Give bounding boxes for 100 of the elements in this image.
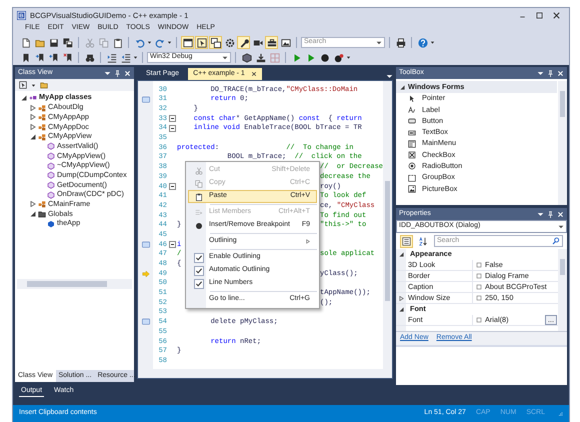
checkbox[interactable] [194,278,204,288]
cut-icon [84,38,94,48]
code-editor[interactable] [137,80,393,379]
dropdown-arrow-icon[interactable] [558,224,564,230]
image-icon [280,38,290,48]
download-icon [256,52,266,62]
expander-icon[interactable] [30,134,36,140]
menu-icon [408,140,416,148]
wrench-icon [238,38,248,48]
checkbox[interactable] [194,266,204,276]
clear-bookmarks-icon [62,52,72,62]
save-all-button[interactable] [61,36,74,49]
radio-button-icon [408,162,416,170]
paste-icon [112,38,122,48]
windows-button[interactable] [209,36,222,49]
expander-icon[interactable] [30,201,36,208]
pin-icon[interactable] [114,70,121,76]
collapse-icon[interactable] [168,183,176,190]
dropdown-arrow-icon[interactable] [376,40,382,46]
pin-icon[interactable] [547,210,554,218]
caret-icon[interactable] [133,55,138,60]
vertical-scrollbar[interactable] [558,249,567,331]
folder-icon [38,210,46,218]
caret-icon[interactable] [430,40,435,45]
record-icon [320,52,330,62]
app-icon [17,10,26,20]
caret-icon[interactable] [167,40,172,45]
collapse-icon[interactable] [168,115,176,122]
box-icon [476,295,482,301]
gear-button[interactable] [223,36,236,49]
horizontal-scrollbar[interactable] [17,279,132,289]
toolbox-button[interactable] [265,36,278,49]
vertical-scrollbar[interactable] [383,81,392,369]
pointer-icon [408,94,416,103]
caret-icon[interactable] [147,40,152,45]
start-icon [292,52,302,62]
group-box-icon [408,174,416,182]
cube-button[interactable] [240,51,253,64]
close-icon[interactable] [250,70,257,77]
sort-icon [419,236,428,246]
dropdown-icon[interactable] [104,70,111,76]
folder-icon[interactable] [40,81,48,89]
categorized-icon [402,236,411,246]
collapse-icon[interactable] [168,125,176,132]
print-button[interactable] [394,36,407,49]
list-icon [195,208,203,216]
caret-icon[interactable] [346,55,351,60]
wrench-button[interactable] [237,36,250,49]
pin-icon[interactable] [547,70,554,76]
caret-icon[interactable] [31,82,36,88]
maximize-icon[interactable] [535,10,544,20]
window-icon [182,38,192,48]
cube-icon [242,52,252,62]
previous-bookmark-button[interactable] [47,51,60,64]
indent-icon [106,52,116,62]
categorized-button[interactable] [400,234,413,248]
box-icon [476,262,482,268]
checkbox-icon [408,151,416,160]
window-button[interactable] [181,36,194,49]
debug-icon [334,52,344,62]
vertical-scrollbar[interactable] [558,81,567,205]
expander-icon[interactable] [400,84,405,90]
class-icon [38,200,46,208]
save-icon [48,38,58,48]
print-icon [396,38,406,48]
box-icon [476,284,482,290]
expander-icon[interactable] [398,307,404,312]
expander-icon[interactable] [30,104,36,111]
copy-icon [195,180,203,188]
dropdown-arrow-icon[interactable] [222,54,228,60]
collapse-icon[interactable] [168,241,176,248]
variable-icon [47,220,55,228]
close-icon[interactable] [552,10,561,20]
submenu-arrow-icon [306,239,310,244]
dropdown-icon[interactable] [537,210,544,218]
search-icon [552,237,560,245]
expander-icon[interactable] [398,252,404,257]
expander-icon[interactable] [30,124,36,130]
run-icon [306,52,316,62]
copy-icon [98,38,108,48]
dropdown-icon[interactable] [537,70,544,76]
debug-button[interactable] [332,51,345,64]
pointer-window-button[interactable] [195,36,208,49]
expander-icon[interactable] [30,211,36,218]
next-bookmark-button[interactable] [33,51,46,64]
help-icon [418,38,428,48]
breakpoint-icon [195,222,203,230]
new-file-icon [20,38,30,48]
previous-bookmark-icon [48,52,58,62]
checkbox[interactable] [194,252,204,262]
alphabetical-button[interactable] [417,234,430,248]
expander-icon[interactable] [21,94,27,101]
label-icon [408,106,416,114]
toolbox-icon [266,38,276,48]
help-button[interactable] [416,36,429,49]
download-button[interactable] [254,51,267,64]
clear-bookmarks-button[interactable] [61,51,74,64]
textbox-icon [408,128,416,137]
expander-icon[interactable] [30,114,36,120]
camera-icon [252,38,262,48]
